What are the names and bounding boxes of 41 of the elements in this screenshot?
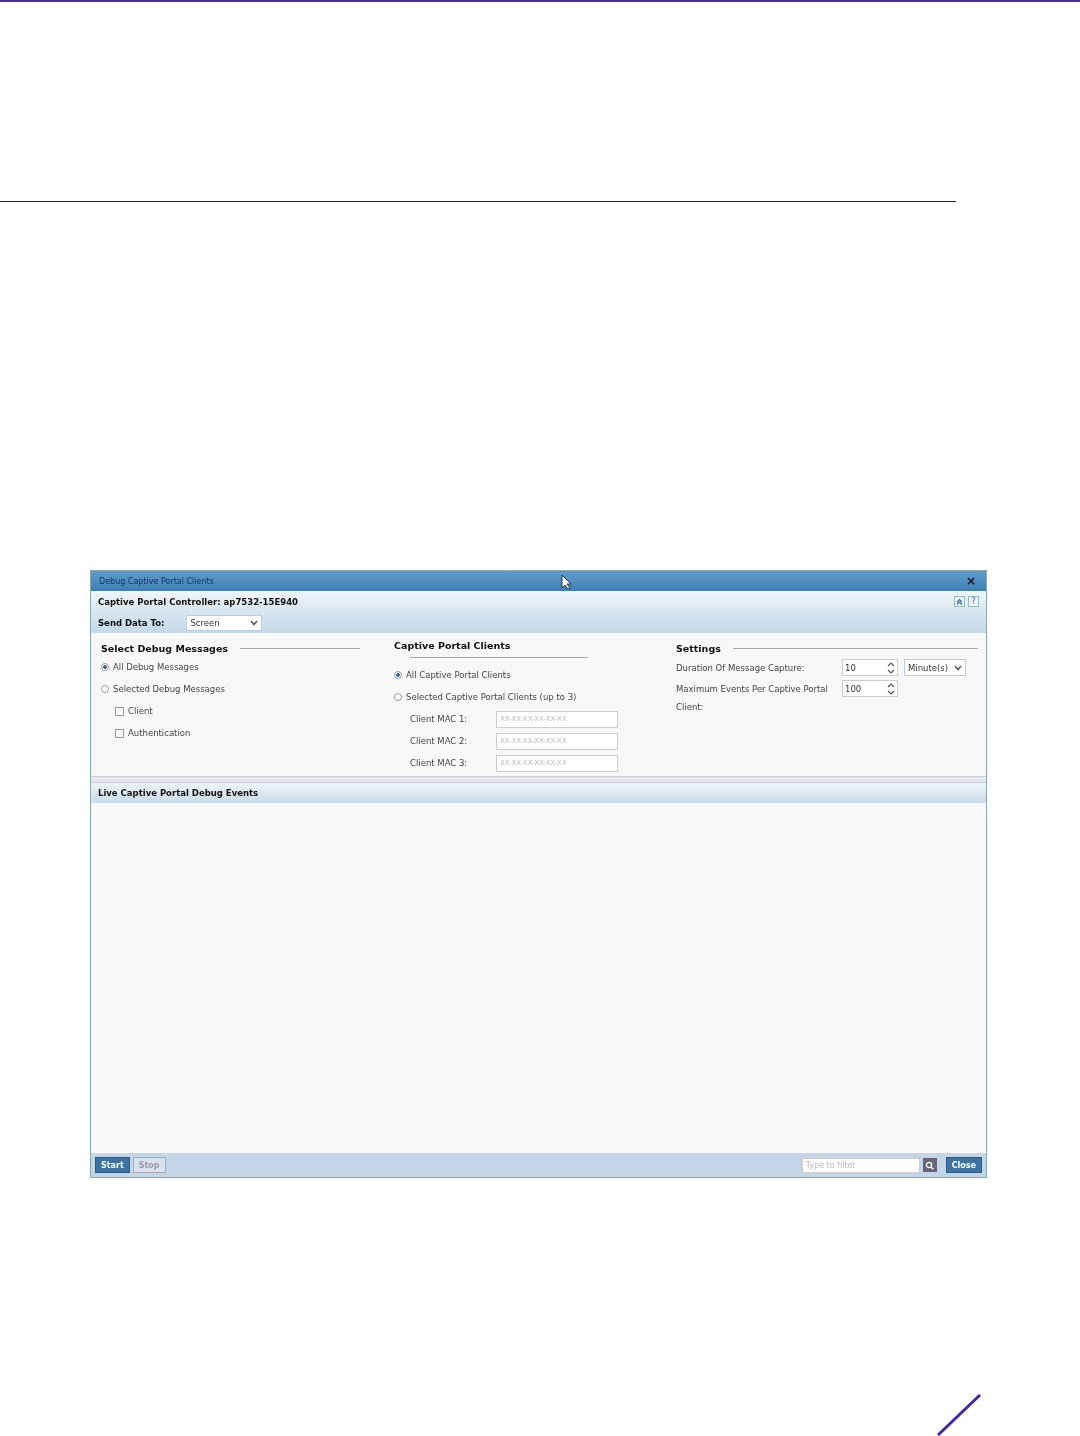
number-spinner[interactable]: 100 <box>842 680 898 697</box>
checkbox-label: Client <box>128 706 153 716</box>
field-label: Maximum Events Per Captive Portal Client: <box>676 683 829 714</box>
filter-field[interactable]: Type to filter <box>801 1157 920 1173</box>
checkbox-label: Authentication <box>128 728 191 738</box>
radio-button[interactable] <box>101 663 109 671</box>
send-data-dropdown[interactable]: Screen <box>186 614 263 631</box>
controller-label: Captive Portal Controller: ap7532-15E940 <box>98 596 298 607</box>
search-button[interactable] <box>922 1158 937 1172</box>
field-label: Client MAC 3: <box>410 758 469 768</box>
section-title: Captive Portal Clients <box>394 640 512 651</box>
events-title: Live Captive Portal Debug Events <box>98 788 259 798</box>
section-title: Select Debug Messages <box>101 642 228 654</box>
action-button[interactable]: Start <box>95 1157 130 1173</box>
radio-label: All Debug Messages <box>113 662 199 672</box>
unit-dropdown[interactable]: Minute(s) <box>904 659 966 676</box>
number-spinner[interactable]: 10 <box>842 659 898 676</box>
close-button[interactable]: Close <box>945 1157 982 1173</box>
radio-button[interactable] <box>101 685 109 693</box>
field-label: Client MAC 2: <box>410 736 469 746</box>
checkbox[interactable] <box>115 706 124 716</box>
caret-icon <box>954 664 962 671</box>
checkbox[interactable] <box>115 728 124 738</box>
field-label: Duration Of Message Capture: <box>676 662 806 675</box>
field-label: Client MAC 1: <box>410 714 469 724</box>
stepper-arrows-icon <box>887 681 895 696</box>
close-button[interactable]: × <box>963 574 978 588</box>
window-title: Debug Captive Portal Clients <box>99 576 214 586</box>
radio-label: All Captive Portal Clients <box>406 670 511 680</box>
cursor-icon <box>561 574 572 590</box>
radio-button[interactable] <box>394 693 402 701</box>
radio-button[interactable] <box>394 671 402 679</box>
collapse-button[interactable] <box>954 596 965 607</box>
slash-mark-icon <box>936 1394 982 1436</box>
send-data-label: Send Data To: <box>98 617 165 628</box>
radio-label: Selected Debug Messages <box>113 684 225 694</box>
section-title: Settings <box>676 642 721 654</box>
stepper-arrows-icon <box>887 660 895 675</box>
help-button[interactable]: ? <box>968 596 979 607</box>
caret-icon <box>250 619 259 626</box>
radio-label: Selected Captive Portal Clients (up to 3) <box>406 692 577 702</box>
